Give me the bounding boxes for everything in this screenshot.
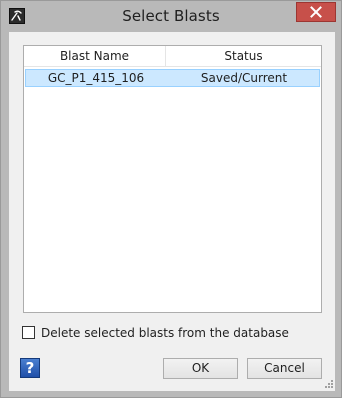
- ok-button[interactable]: OK: [163, 358, 238, 379]
- help-question-icon: ?: [25, 359, 35, 377]
- blast-name-cell: GC_P1_415_106: [47, 71, 145, 85]
- list-header: Blast Name Status: [24, 46, 321, 67]
- close-icon: [310, 6, 322, 18]
- window-title: Select Blasts: [122, 7, 220, 25]
- blast-list[interactable]: Blast Name Status GC_P1_415_106 Saved/Cu…: [23, 45, 322, 313]
- table-row[interactable]: GC_P1_415_106 Saved/Current: [25, 69, 320, 87]
- cancel-button[interactable]: Cancel: [247, 358, 322, 379]
- dialog-body: Blast Name Status GC_P1_415_106 Saved/Cu…: [9, 32, 335, 391]
- column-header-blast-name[interactable]: Blast Name: [24, 46, 166, 66]
- close-button[interactable]: [296, 2, 336, 22]
- delete-blasts-label: Delete selected blasts from the database: [41, 326, 289, 340]
- delete-blasts-checkbox[interactable]: [22, 326, 35, 339]
- select-blasts-dialog: Select Blasts Blast Name Status GC_P1_41…: [0, 0, 342, 398]
- help-button[interactable]: ?: [20, 358, 40, 378]
- title-bar[interactable]: Select Blasts: [1, 1, 341, 32]
- blast-status-cell: Saved/Current: [200, 71, 288, 85]
- column-header-status[interactable]: Status: [166, 46, 321, 66]
- resize-grip-icon[interactable]: [324, 379, 334, 389]
